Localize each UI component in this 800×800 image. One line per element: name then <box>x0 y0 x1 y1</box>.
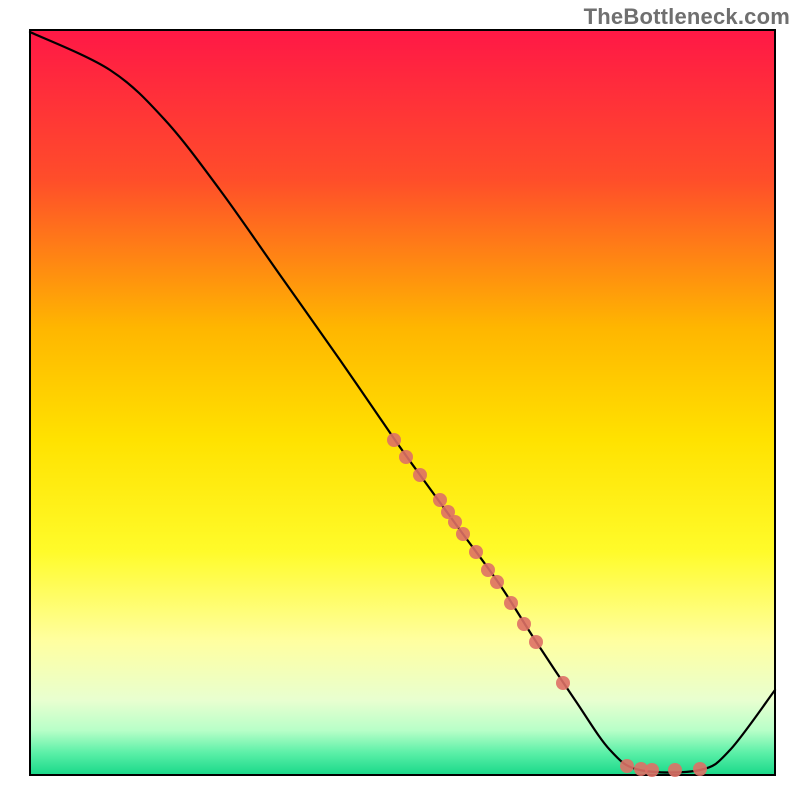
data-point-slope <box>387 433 401 447</box>
data-point-slope <box>399 450 413 464</box>
data-point-slope <box>504 596 518 610</box>
data-point-trough <box>693 762 707 776</box>
data-point-slope <box>490 575 504 589</box>
data-point-trough <box>668 763 682 777</box>
data-point-slope <box>481 563 495 577</box>
data-point-slope <box>456 527 470 541</box>
chart-background <box>30 30 775 775</box>
data-point-trough <box>645 763 659 777</box>
bottleneck-chart <box>0 0 800 800</box>
data-point-slope <box>469 545 483 559</box>
data-point-trough <box>620 759 634 773</box>
data-point-slope <box>433 493 447 507</box>
data-point-slope <box>448 515 462 529</box>
attribution-label: TheBottleneck.com <box>584 4 790 30</box>
data-point-slope <box>517 617 531 631</box>
data-point-slope <box>529 635 543 649</box>
chart-stage: TheBottleneck.com <box>0 0 800 800</box>
data-point-slope <box>556 676 570 690</box>
data-point-slope <box>413 468 427 482</box>
